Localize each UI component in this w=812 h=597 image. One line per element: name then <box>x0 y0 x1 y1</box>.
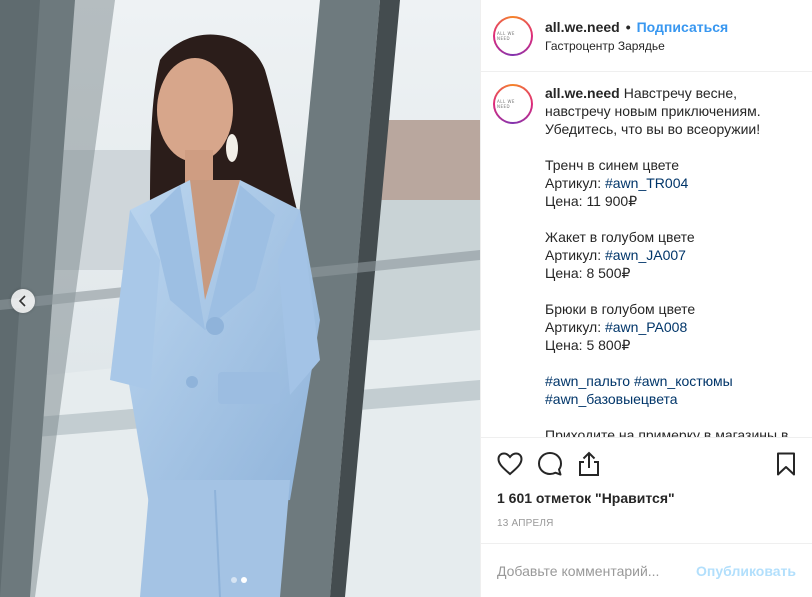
chevron-left-icon <box>18 295 26 307</box>
like-button[interactable] <box>497 444 537 484</box>
hashtag-link[interactable]: #awn_TR004 <box>605 175 688 191</box>
post: ALL WE NEED all.we.need • Подписаться Га… <box>0 0 812 597</box>
comments-section[interactable]: ALL WE NEED all.we.need Навстречу весне, … <box>481 72 812 437</box>
bookmark-icon <box>777 452 795 476</box>
carousel-dot-active <box>241 577 247 583</box>
comment-button[interactable] <box>537 444 577 484</box>
post-comment-button[interactable]: Опубликовать <box>696 563 796 579</box>
article-label: Артикул: <box>545 319 602 335</box>
post-media[interactable] <box>0 0 480 597</box>
hashtag-link[interactable]: #awn_JA007 <box>605 247 686 263</box>
item-price: Цена: 11 900₽ <box>545 193 638 209</box>
post-caption: all.we.need Навстречу весне, навстречу но… <box>545 84 796 437</box>
comment-input[interactable] <box>497 562 697 579</box>
post-photo <box>0 0 480 597</box>
username-link[interactable]: all.we.need <box>545 19 620 35</box>
follow-button[interactable]: Подписаться <box>637 19 729 35</box>
separator-dot: • <box>625 18 631 35</box>
post-date[interactable]: 13 апреля <box>497 518 796 529</box>
post-header: ALL WE NEED all.we.need • Подписаться Га… <box>481 0 812 72</box>
post-sidebar: ALL WE NEED all.we.need • Подписаться Га… <box>480 0 812 597</box>
article-label: Артикул: <box>545 175 602 191</box>
carousel-indicator <box>231 577 247 583</box>
caption-username[interactable]: all.we.need <box>545 85 620 101</box>
avatar[interactable]: ALL WE NEED <box>493 15 533 56</box>
item-price: Цена: 5 800₽ <box>545 337 631 353</box>
post-actions: 1 601 отметок "Нравится" 13 апреля <box>481 437 812 543</box>
location-link[interactable]: Гастроцентр Зарядье <box>545 39 728 53</box>
hashtag-link[interactable]: #awn_PA008 <box>605 319 687 335</box>
caption-outro: Приходите на примерку в магазины в <box>545 427 789 437</box>
hashtag-link[interactable]: #awn_пальто <box>545 373 630 389</box>
item-name: Тренч в синем цвете <box>545 157 680 173</box>
comment-icon <box>538 452 562 476</box>
likes-count[interactable]: 1 601 отметок "Нравится" <box>497 490 796 506</box>
previous-slide-button[interactable] <box>11 289 35 313</box>
article-label: Артикул: <box>545 247 602 263</box>
share-button[interactable] <box>577 444 617 484</box>
carousel-dot <box>231 577 237 583</box>
avatar-logo-text: ALL WE NEED <box>497 30 515 41</box>
item-name: Брюки в голубом цвете <box>545 301 696 317</box>
item-name: Жакет в голубом цвете <box>545 229 695 245</box>
item-price: Цена: 8 500₽ <box>545 265 631 281</box>
avatar-logo-text: ALL WE NEED <box>497 99 515 109</box>
caption-avatar[interactable]: ALL WE NEED <box>493 84 533 124</box>
hashtag-link[interactable]: #awn_базовыецвета <box>545 391 678 407</box>
comment-form: Опубликовать <box>481 543 812 597</box>
hashtag-link[interactable]: #awn_костюмы <box>634 373 733 389</box>
share-icon <box>579 451 599 476</box>
heart-icon <box>497 452 523 476</box>
save-button[interactable] <box>756 444 796 484</box>
